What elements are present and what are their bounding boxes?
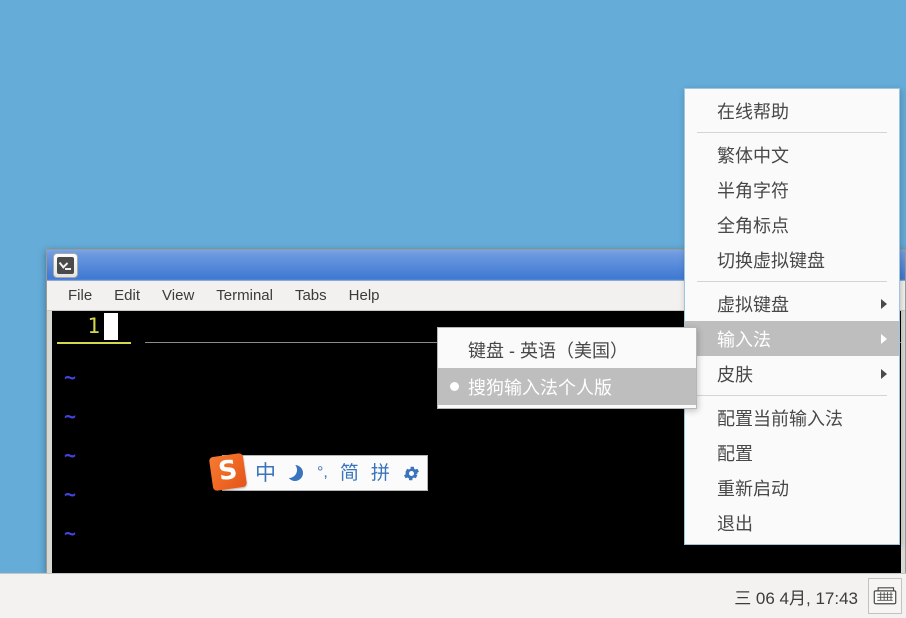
- menu-item-configure-current-input-method[interactable]: 配置当前输入法: [685, 400, 899, 435]
- menu-item-skin[interactable]: 皮肤: [685, 356, 899, 391]
- editor-cursor: [104, 312, 118, 340]
- terminal-icon: [53, 252, 78, 278]
- sogou-logo-letter: S: [216, 454, 240, 488]
- menu-item-traditional-chinese[interactable]: 繁体中文: [685, 137, 899, 172]
- menubar-item-file[interactable]: File: [57, 284, 103, 307]
- menu-item-online-help[interactable]: 在线帮助: [685, 93, 899, 128]
- menu-item-halfwidth-characters[interactable]: 半角字符: [685, 172, 899, 207]
- submenu-item-keyboard-english-us[interactable]: 键盘 - 英语（美国）: [438, 331, 696, 368]
- menu-item-label: 配置当前输入法: [717, 408, 843, 429]
- editor-line-number: 1: [87, 314, 100, 338]
- sogou-simplified-button[interactable]: 简: [334, 457, 365, 489]
- menu-item-label: 切换虚拟键盘: [717, 250, 825, 271]
- menu-item-configure[interactable]: 配置: [685, 435, 899, 470]
- radio-selected-icon: [450, 382, 459, 391]
- editor-empty-line-marker: ~: [64, 521, 77, 545]
- menubar-item-help[interactable]: Help: [338, 284, 391, 307]
- fcitx-context-menu[interactable]: 在线帮助 繁体中文 半角字符 全角标点 切换虚拟键盘 虚拟键盘 输入法 皮肤 配…: [684, 88, 900, 545]
- menu-item-label: 虚拟键盘: [717, 294, 789, 315]
- keyboard-icon[interactable]: [868, 578, 902, 614]
- submenu-item-label: 键盘 - 英语（美国）: [468, 340, 628, 361]
- editor-empty-line-marker: ~: [64, 443, 77, 467]
- sogou-settings-button[interactable]: [396, 457, 427, 489]
- moon-icon: [288, 464, 305, 482]
- menu-separator: [697, 281, 887, 282]
- menu-item-label: 半角字符: [717, 180, 789, 201]
- menu-item-label: 在线帮助: [717, 101, 789, 122]
- menu-item-restart[interactable]: 重新启动: [685, 470, 899, 505]
- menu-item-input-method[interactable]: 输入法: [685, 321, 899, 356]
- menu-item-label: 输入法: [717, 329, 771, 350]
- editor-empty-line-marker: ~: [64, 365, 77, 389]
- menu-item-label: 重新启动: [717, 478, 789, 499]
- menu-item-fullwidth-punctuation[interactable]: 全角标点: [685, 207, 899, 242]
- menubar-item-tabs[interactable]: Tabs: [284, 284, 338, 307]
- menu-item-toggle-virtual-keyboard[interactable]: 切换虚拟键盘: [685, 242, 899, 277]
- sogou-moon-button[interactable]: [282, 457, 311, 489]
- editor-empty-line-marker: ~: [64, 404, 77, 428]
- chevron-right-icon: [881, 368, 887, 379]
- fcitx-input-method-submenu[interactable]: 键盘 - 英语（美国） 搜狗输入法个人版: [437, 327, 697, 409]
- menu-item-label: 全角标点: [717, 215, 789, 236]
- taskbar: 三 06 4月, 17:43: [0, 573, 906, 618]
- menu-item-label: 繁体中文: [717, 145, 789, 166]
- sogou-input-toolbar[interactable]: S 中 °, 简 拼: [208, 452, 428, 492]
- menubar-item-edit[interactable]: Edit: [103, 284, 151, 307]
- menu-separator: [697, 132, 887, 133]
- menu-separator: [697, 395, 887, 396]
- chevron-right-icon: [881, 333, 887, 344]
- menubar-item-view[interactable]: View: [151, 284, 205, 307]
- submenu-item-label: 搜狗输入法个人版: [468, 377, 612, 398]
- sogou-chinese-mode-button[interactable]: 中: [245, 457, 282, 489]
- chevron-right-icon: [881, 298, 887, 309]
- menu-item-exit[interactable]: 退出: [685, 505, 899, 540]
- menubar-item-terminal[interactable]: Terminal: [205, 284, 284, 307]
- menu-item-label: 退出: [717, 513, 753, 534]
- editor-empty-line-marker: ~: [64, 482, 77, 506]
- submenu-item-sogou-pinyin[interactable]: 搜狗输入法个人版: [438, 368, 696, 405]
- menu-item-label: 配置: [717, 443, 753, 464]
- sogou-punctuation-button[interactable]: °,: [311, 457, 334, 489]
- menu-item-label: 皮肤: [717, 364, 753, 385]
- editor-current-line-underline: [57, 342, 131, 344]
- menu-item-virtual-keyboard[interactable]: 虚拟键盘: [685, 286, 899, 321]
- sogou-pinyin-button[interactable]: 拼: [365, 457, 396, 489]
- sogou-logo-icon[interactable]: S: [208, 452, 248, 492]
- taskbar-clock[interactable]: 三 06 4月, 17:43: [724, 584, 868, 609]
- gear-icon: [402, 464, 421, 483]
